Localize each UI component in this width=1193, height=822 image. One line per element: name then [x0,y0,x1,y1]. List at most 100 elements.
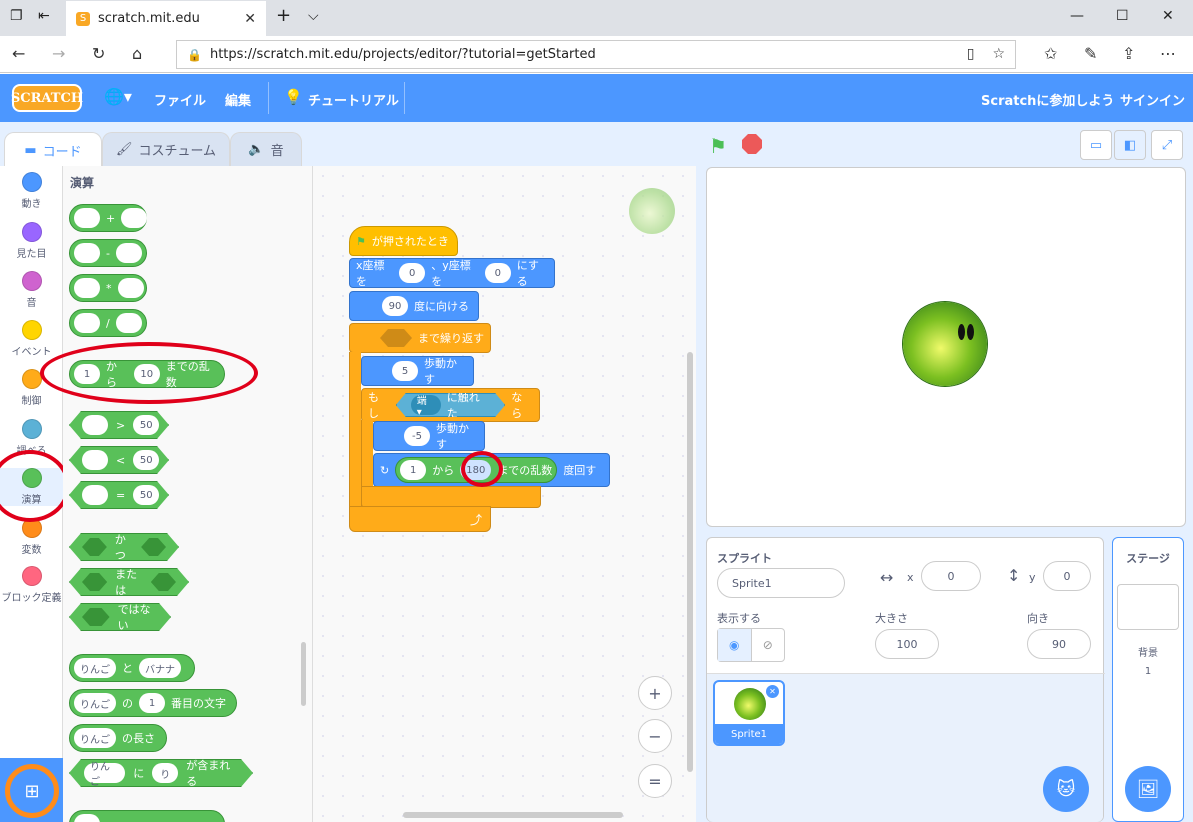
block-and[interactable]: かつ [69,533,179,561]
maximize-icon[interactable]: ☐ [1116,8,1129,24]
share-icon[interactable]: ⇪ [1122,44,1135,63]
block-move-minus5[interactable]: -5 歩動かす [373,421,485,451]
join-a-input[interactable]: りんご [74,658,116,678]
forward-icon[interactable]: → [52,44,65,63]
category-3[interactable]: イベント [0,320,63,358]
small-stage-button[interactable]: ▭ [1080,130,1112,160]
block-letter-of[interactable]: りんご の 1 番目の文字 [69,689,237,717]
size-input[interactable]: 100 [875,629,939,659]
goto-x-input[interactable]: 0 [399,263,426,283]
block-multiply[interactable]: * [69,274,147,302]
block-goto-xy[interactable]: x座標を 0 、y座標を 0 にする [349,258,555,288]
add-extension-button[interactable]: ⊞ [5,764,59,818]
stage-canvas[interactable] [706,167,1186,527]
move-steps-input-2[interactable]: -5 [404,426,430,446]
pen-icon[interactable]: ✎ [1084,44,1097,63]
tab-sound[interactable]: 🔈 音 [230,132,302,166]
category-1[interactable]: 見た目 [0,222,63,260]
block-when-flag-clicked[interactable]: ⚑ が押されたとき [349,226,458,256]
new-tab-icon[interactable]: + [276,5,291,26]
backdrop-thumbnail[interactable] [1117,584,1179,630]
length-a-input[interactable]: りんご [74,728,116,748]
menu-edit[interactable]: 編集 [225,90,251,109]
palette-scrollbar[interactable] [301,642,306,706]
tab-actions-icon[interactable]: ❐ [10,8,23,24]
normal-stage-button[interactable]: ◧ [1114,130,1146,160]
turn-from-input[interactable]: 1 [400,460,427,480]
block-move-5[interactable]: 5 歩動かす [361,356,474,386]
set-aside-tabs-icon[interactable]: ⇤ [38,8,50,24]
block-contains[interactable]: りんご に り が含まれる [69,759,253,787]
letter-n-input[interactable]: 1 [139,693,165,713]
more-icon[interactable]: ⋯ [1160,44,1176,63]
letter-a-input[interactable]: りんご [74,693,116,713]
gt-value-input[interactable]: 50 [133,415,159,435]
block-join[interactable]: りんご と バナナ [69,654,195,682]
hide-eye-icon[interactable]: ⊘ [752,629,785,661]
zoom-out-button[interactable]: − [638,719,672,753]
zoom-reset-button[interactable]: = [638,764,672,798]
fullscreen-button[interactable]: ⤢ [1151,130,1183,160]
block-less-than[interactable]: <50 [69,446,169,474]
workspace-vertical-scrollbar[interactable] [687,352,693,772]
category-2[interactable]: 音 [0,271,63,309]
condition-slot[interactable] [380,329,412,347]
zoom-in-button[interactable]: + [638,676,672,710]
x-input[interactable]: 0 [921,561,981,591]
sprite-ball[interactable] [903,302,987,386]
block-divide[interactable]: / [69,309,147,337]
contains-a-input[interactable]: りんご [84,763,125,783]
refresh-icon[interactable]: ↻ [92,44,105,63]
block-or[interactable]: または [69,568,189,596]
add-sprite-button[interactable]: 🐱 [1043,766,1089,812]
category-8[interactable]: ブロック定義 [0,566,63,604]
eq-value-input[interactable]: 50 [133,485,159,505]
menu-tutorial[interactable]: チュートリアル [308,90,399,109]
back-icon[interactable]: ← [12,44,25,63]
block-touching[interactable]: 端 ▾ に触れた [396,393,505,417]
stop-button[interactable] [742,134,762,154]
stage-selector-panel[interactable]: ステージ 背景 1 🖼 [1112,537,1184,822]
signin-link[interactable]: サインイン [1120,90,1185,109]
language-globe-icon[interactable]: 🌐▾ [104,87,132,106]
tab-costume[interactable]: 🖌 コスチューム [102,132,230,166]
home-icon[interactable]: ⌂ [132,44,142,63]
lt-value-input[interactable]: 50 [133,450,159,470]
direction-input[interactable]: 90 [382,296,408,316]
y-input[interactable]: 0 [1043,561,1091,591]
block-point-direction[interactable]: 90 度に向ける [349,291,479,321]
menu-file[interactable]: ファイル [154,90,206,109]
address-bar[interactable]: 🔒 https://scratch.mit.edu/projects/edito… [176,40,1016,69]
direction-input[interactable]: 90 [1027,629,1091,659]
tab-list-icon[interactable]: ⌵ [308,8,319,24]
block-add[interactable]: + [69,204,148,232]
reading-view-icon[interactable]: ▯ [967,46,975,62]
green-flag-button[interactable]: ⚑ [709,134,727,158]
join-b-input[interactable]: バナナ [139,658,181,678]
tab-close-icon[interactable]: ✕ [244,11,256,27]
contains-b-input[interactable]: り [152,763,178,783]
move-steps-input[interactable]: 5 [392,361,418,381]
show-eye-icon[interactable]: ◉ [718,629,752,661]
touching-dropdown[interactable]: 端 ▾ [411,395,441,415]
favorite-star-icon[interactable]: ☆ [992,46,1005,62]
block-greater-than[interactable]: >50 [69,411,169,439]
favorites-icon[interactable]: ✩ [1044,44,1057,63]
sprite-thumbnail[interactable]: ✕ Sprite1 [713,680,785,746]
script-workspace[interactable]: ⚑ が押されたとき x座標を 0 、y座標を 0 にする 90 度に向ける まで… [313,166,696,822]
goto-y-input[interactable]: 0 [484,263,511,283]
sprite-name-input[interactable]: Sprite1 [717,568,845,598]
window-close-icon[interactable]: ✕ [1162,8,1174,24]
delete-sprite-icon[interactable]: ✕ [766,685,779,698]
block-equals[interactable]: = 50 [69,481,169,509]
category-7[interactable]: 変数 [0,518,63,556]
scratch-logo[interactable]: SCRATCH [11,84,83,112]
block-if[interactable]: もし 端 ▾ に触れた なら [361,388,540,422]
browser-tab[interactable]: S scratch.mit.edu ✕ [66,1,266,36]
category-0[interactable]: 動き [0,172,63,210]
block-not[interactable]: ではない [69,603,171,631]
minimize-icon[interactable]: — [1070,8,1084,24]
tab-code[interactable]: ▬ コード [4,132,102,167]
block-mod[interactable] [69,810,225,822]
add-backdrop-button[interactable]: 🖼 [1125,766,1171,812]
